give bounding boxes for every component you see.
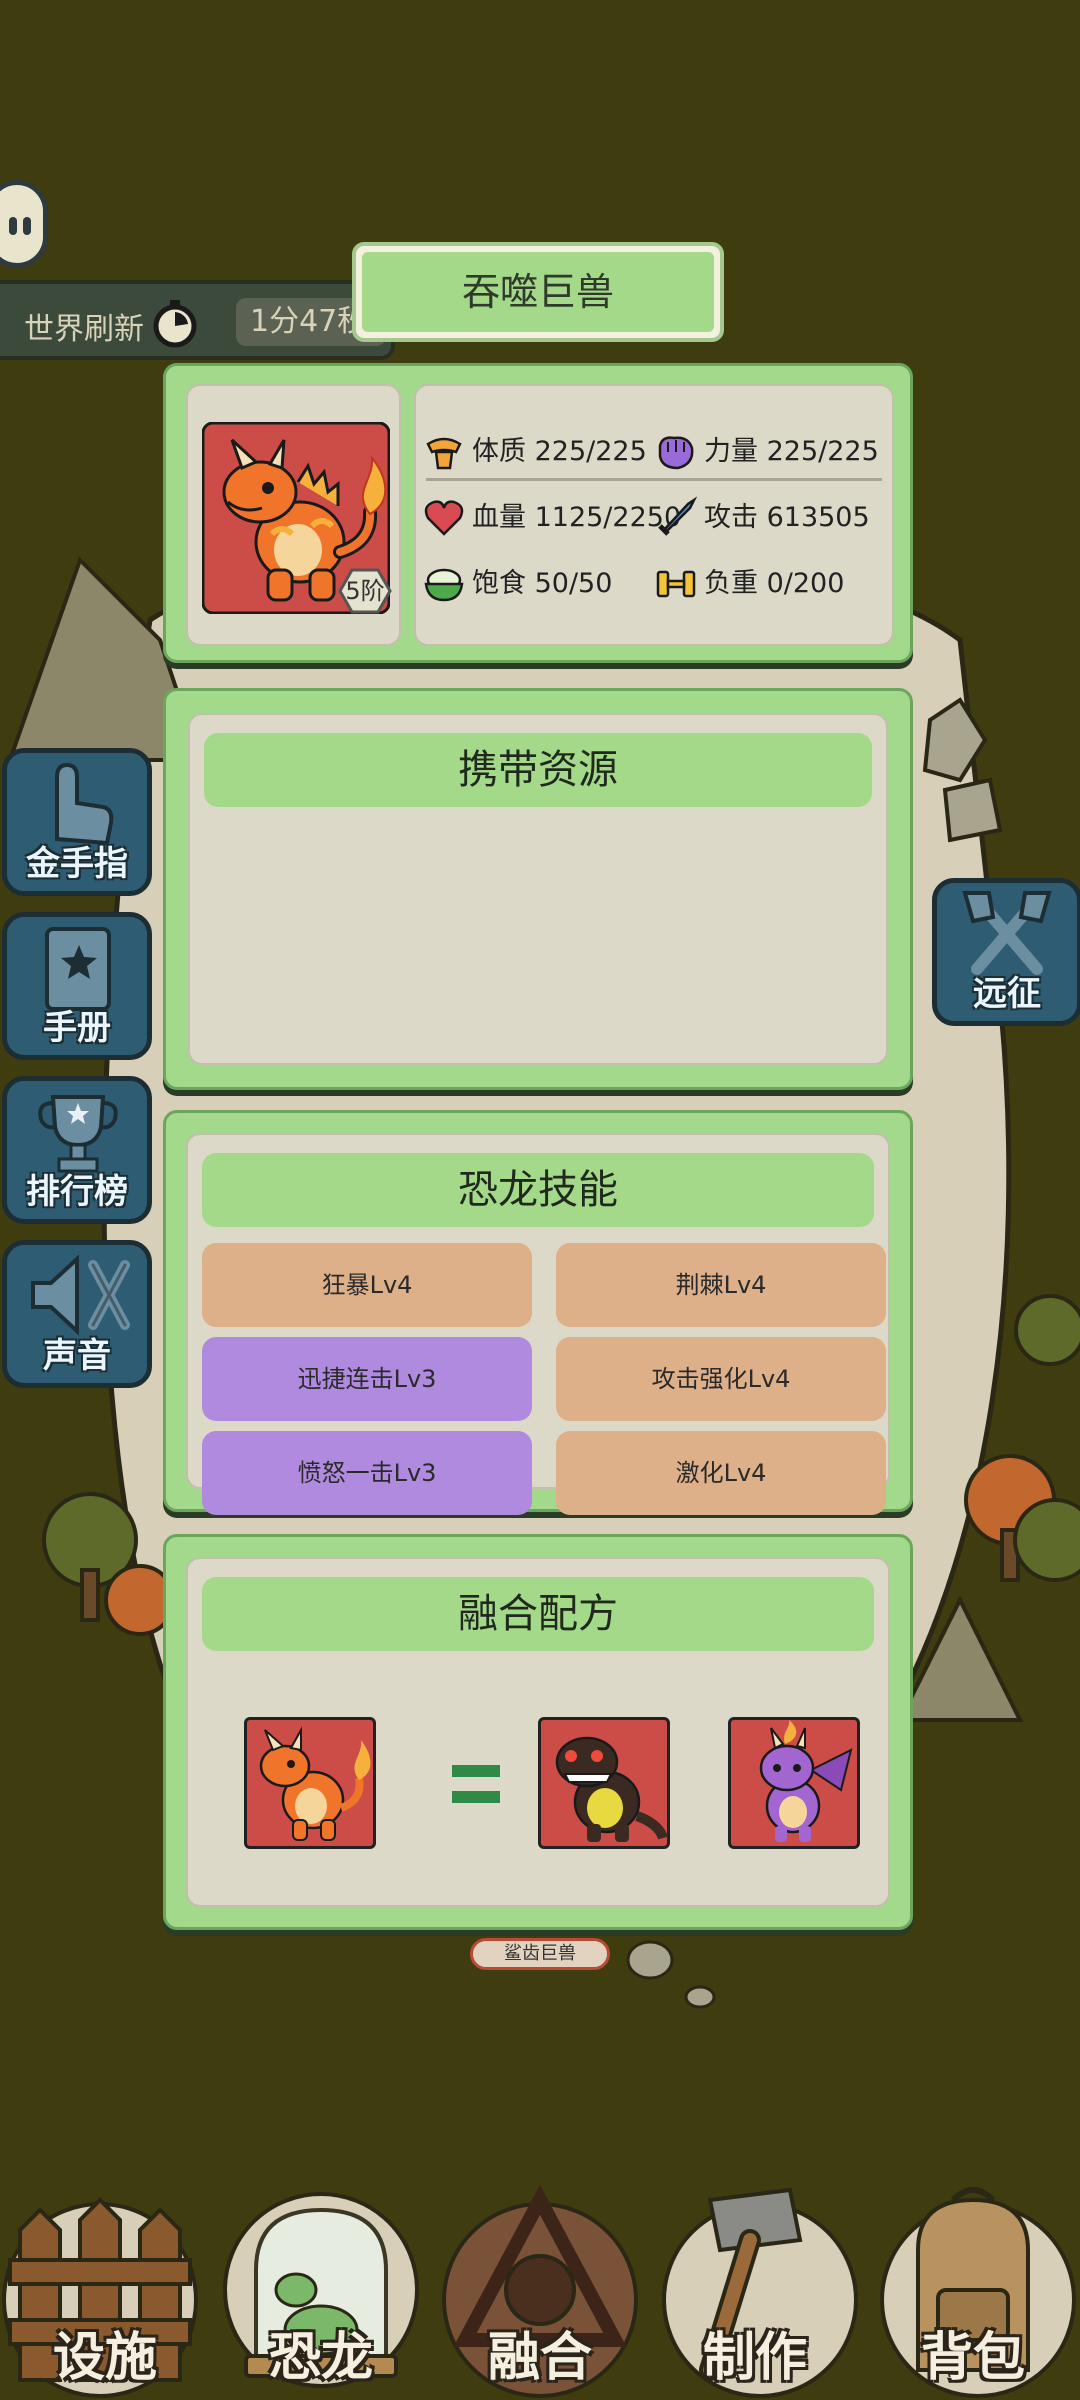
manual-label: 手册 [43,1008,111,1048]
world-refresh-bar: 世界刷新 1分47秒 [0,280,395,360]
chat-bubble-icon[interactable] [0,180,48,268]
nav-fusion-label: 融合 [487,2328,592,2388]
skill-swift-combo[interactable]: 迅捷连击Lv3 [202,1337,532,1421]
muscle-icon [426,437,462,470]
golden-finger-label: 金手指 [26,844,128,884]
title-tab: 吞噬巨兽 [352,242,724,342]
expedition-label: 远征 [973,974,1041,1014]
expedition-button[interactable]: 远征 [932,878,1080,1026]
leaderboard-label: 排行榜 [26,1172,128,1212]
creature-title: 吞噬巨兽 [362,252,714,332]
creature-stats-panel: 5阶 体质 225/225 力量 225/225 血量 1125/2250 攻击… [163,363,913,663]
fusion-recipe-header: 融合配方 [202,1577,874,1651]
nav-dinosaur[interactable]: 恐龙 [216,2170,426,2400]
sword-icon [658,496,698,536]
golden-finger-button[interactable]: 金手指 [2,748,152,896]
stats-divider [426,478,882,481]
recipe-result-fire-dragon[interactable] [244,1717,376,1849]
rice-bowl-icon [424,568,464,602]
nav-backpack-label: 背包 [920,2328,1025,2388]
fusion-recipe-panel: 融合配方 [163,1534,913,1930]
recipe-ingredient-purple-dragon[interactable] [728,1717,860,1849]
nav-dinosaur-label: 恐龙 [268,2328,373,2388]
world-refresh-label: 世界刷新 [24,312,144,347]
fusion-recipe-body: 融合配方 [186,1557,890,1907]
skill-rage-strike[interactable]: 愤怒一击Lv3 [202,1431,532,1515]
recipe-ingredient-black-dino[interactable] [538,1717,670,1849]
carried-resources-header: 携带资源 [204,733,872,807]
equals-sign-icon [452,1765,500,1805]
sound-button[interactable]: 声音 [2,1240,152,1388]
nav-facilities-label: 设施 [52,2328,157,2388]
map-creature-tag[interactable]: 鲨齿巨兽 [470,1938,610,1970]
stopwatch-icon [153,300,197,348]
portrait-frame: 5阶 [186,384,401,646]
dinosaur-skills-header: 恐龙技能 [202,1153,874,1227]
skill-attack-boost[interactable]: 攻击强化Lv4 [556,1337,886,1421]
rank-badge: 5阶 [338,568,392,614]
carried-resources-body: 携带资源 [188,713,888,1065]
nav-craft[interactable]: 制作 [650,2170,860,2400]
sound-label: 声音 [43,1336,111,1376]
nav-facilities[interactable]: 设施 [0,2170,210,2400]
nav-fusion[interactable]: 融合 [435,2170,645,2400]
weight-icon [656,570,696,598]
fist-icon [658,436,694,470]
manual-button[interactable]: 手册 [2,912,152,1060]
skill-thorns[interactable]: 荆棘Lv4 [556,1243,886,1327]
dinosaur-skills-panel: 恐龙技能 狂暴Lv4 荆棘Lv4 迅捷连击Lv3 攻击强化Lv4 愤怒一击Lv3… [163,1110,913,1515]
skill-intensify[interactable]: 激化Lv4 [556,1431,886,1515]
nav-backpack[interactable]: 背包 [868,2170,1078,2400]
leaderboard-button[interactable]: 排行榜 [2,1076,152,1224]
stats-box: 体质 225/225 力量 225/225 血量 1125/2250 攻击 61… [414,384,894,646]
skill-frenzy[interactable]: 狂暴Lv4 [202,1243,532,1327]
rank-label: 5阶 [345,577,385,605]
carried-resources-panel: 携带资源 [163,688,913,1090]
heart-icon [424,500,464,536]
dinosaur-skills-body: 恐龙技能 狂暴Lv4 荆棘Lv4 迅捷连击Lv3 攻击强化Lv4 愤怒一击Lv3… [186,1133,890,1515]
nav-craft-label: 制作 [702,2328,807,2388]
